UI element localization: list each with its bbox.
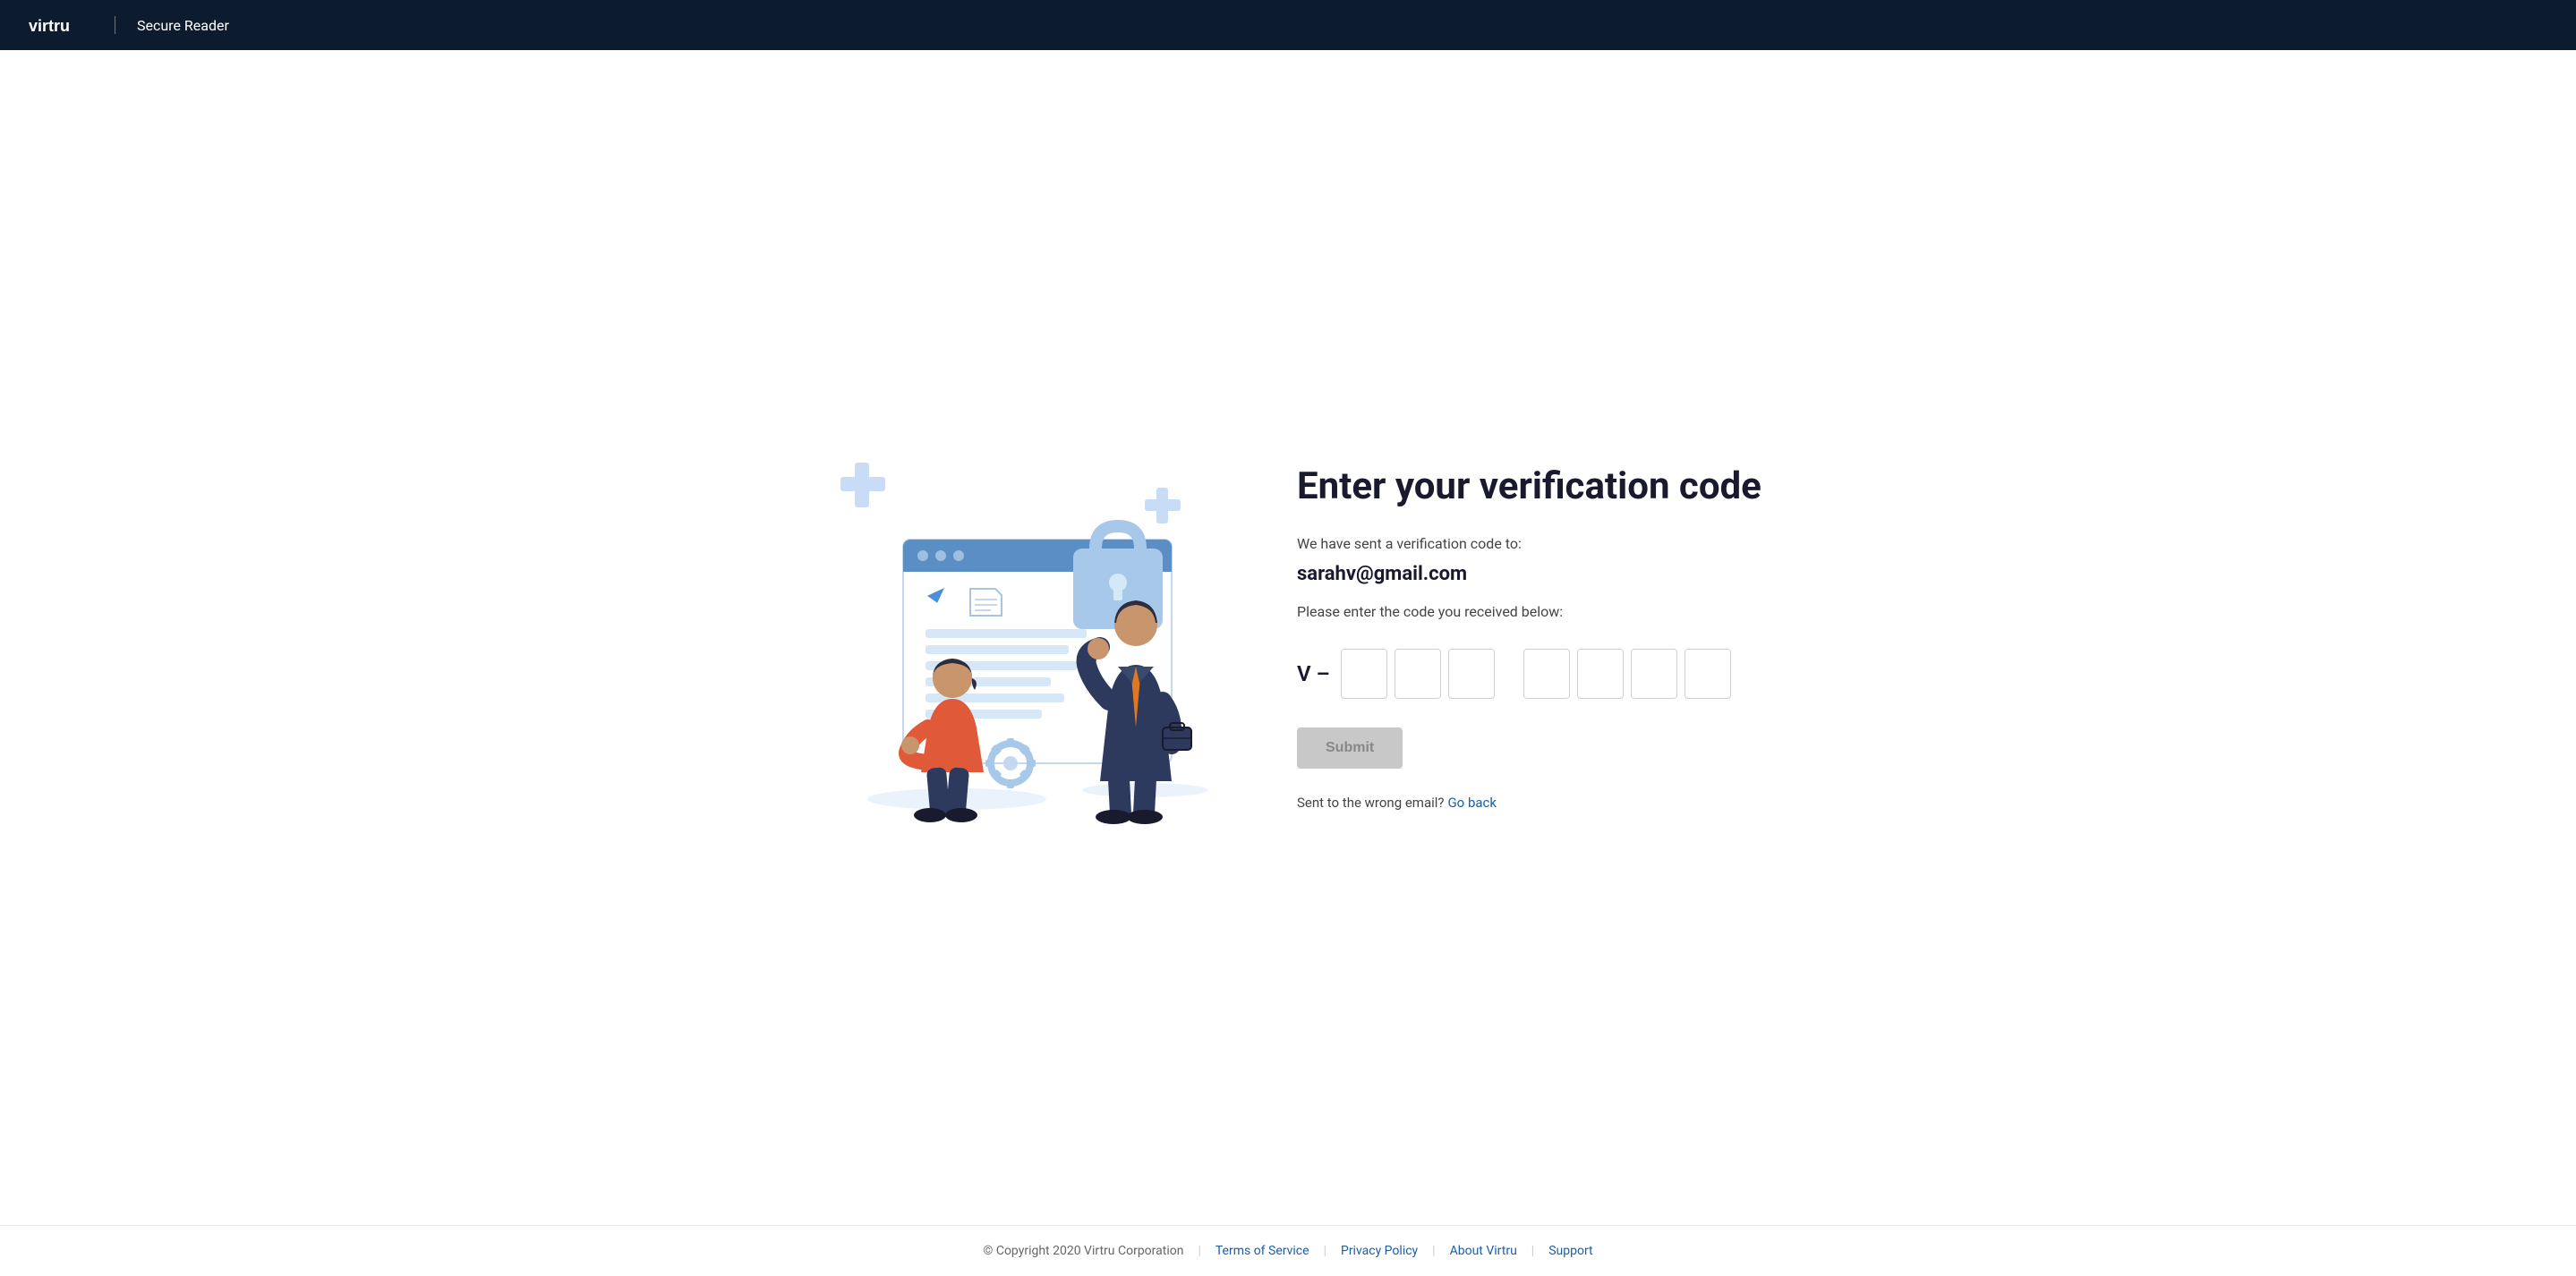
code-prefix-label: V – xyxy=(1297,661,1330,686)
code-digit-3[interactable] xyxy=(1448,649,1495,699)
page-footer: © Copyright 2020 Virtru Corporation | Te… xyxy=(0,1225,2576,1276)
form-container: Enter your verification code We have sen… xyxy=(1297,464,1780,810)
support-link[interactable]: Support xyxy=(1548,1244,1592,1258)
code-digit-1[interactable] xyxy=(1341,649,1387,699)
wrong-email-text: Sent to the wrong email? xyxy=(1297,795,1445,811)
go-back-link[interactable]: Go back xyxy=(1447,795,1497,811)
email-display: sarahv@gmail.com xyxy=(1297,563,1780,585)
content-wrapper: Enter your verification code We have sen… xyxy=(796,450,1780,826)
code-digit-6[interactable] xyxy=(1631,649,1677,699)
code-digit-7[interactable] xyxy=(1685,649,1731,699)
privacy-policy-link[interactable]: Privacy Policy xyxy=(1341,1244,1418,1258)
code-input-row: V – xyxy=(1297,649,1780,699)
app-name-label: Secure Reader xyxy=(137,17,229,34)
instruction-text: Please enter the code you received below… xyxy=(1297,603,1780,620)
illustration-svg xyxy=(796,450,1225,826)
terms-of-service-link[interactable]: Terms of Service xyxy=(1215,1244,1309,1258)
submit-button[interactable]: Submit xyxy=(1297,727,1403,769)
about-virtru-link[interactable]: About Virtru xyxy=(1450,1244,1517,1258)
main-content: Enter your verification code We have sen… xyxy=(0,50,2576,1225)
subtitle-text: We have sent a verification code to: xyxy=(1297,535,1780,552)
svg-text:virtru: virtru xyxy=(29,17,70,35)
logo-area: virtru Secure Reader xyxy=(29,15,229,35)
code-digit-4[interactable] xyxy=(1523,649,1570,699)
wrong-email-area: Sent to the wrong email? Go back xyxy=(1297,794,1780,811)
virtru-logo-icon: virtru xyxy=(29,15,93,35)
code-digit-5[interactable] xyxy=(1577,649,1624,699)
page-title: Enter your verification code xyxy=(1297,464,1780,509)
copyright-text: © Copyright 2020 Virtru Corporation xyxy=(983,1244,1183,1258)
code-digit-2[interactable] xyxy=(1395,649,1441,699)
hero-illustration xyxy=(796,450,1225,826)
app-header: virtru Secure Reader xyxy=(0,0,2576,50)
